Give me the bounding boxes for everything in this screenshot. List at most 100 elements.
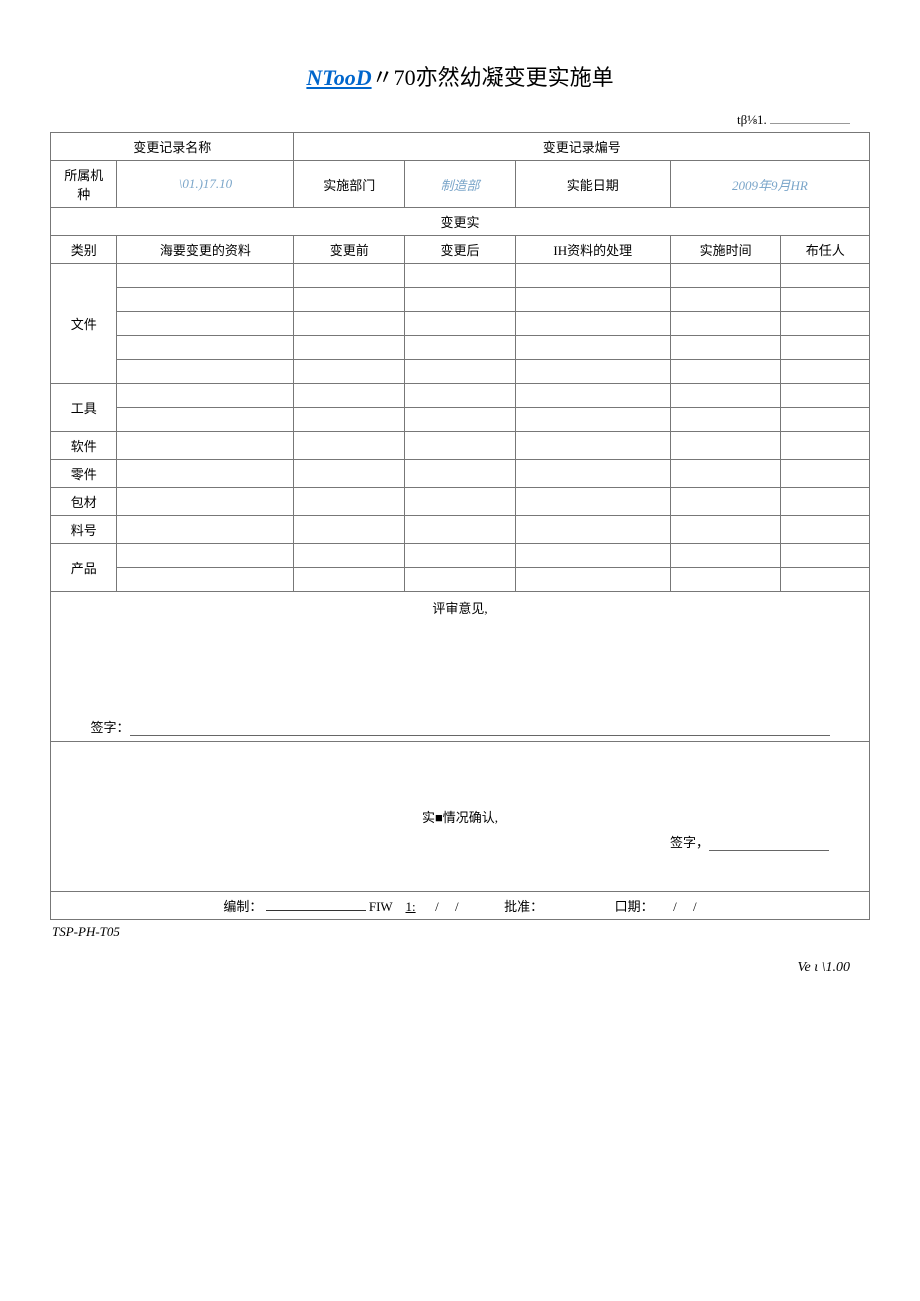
- cell[interactable]: [117, 288, 294, 312]
- cell[interactable]: [117, 516, 294, 544]
- cell[interactable]: [294, 360, 405, 384]
- cell[interactable]: [670, 488, 781, 516]
- cell[interactable]: [670, 360, 781, 384]
- page-title: NTooD〃70亦然幼凝变更实施单: [50, 60, 870, 92]
- cell[interactable]: [781, 568, 870, 592]
- cell[interactable]: [670, 336, 781, 360]
- cell[interactable]: [515, 336, 670, 360]
- cell[interactable]: [117, 460, 294, 488]
- cell[interactable]: [294, 568, 405, 592]
- cell[interactable]: [405, 336, 516, 360]
- underline: [709, 850, 829, 851]
- cell[interactable]: [405, 544, 516, 568]
- cell[interactable]: [294, 312, 405, 336]
- cell[interactable]: [117, 264, 294, 288]
- underline[interactable]: [266, 910, 366, 911]
- cell[interactable]: [405, 516, 516, 544]
- cell[interactable]: [405, 488, 516, 516]
- cell[interactable]: [781, 288, 870, 312]
- cell[interactable]: [781, 360, 870, 384]
- col-time: 实施时间: [670, 236, 781, 264]
- cat-part: 零件: [51, 460, 117, 488]
- cell[interactable]: [670, 460, 781, 488]
- cell[interactable]: [515, 488, 670, 516]
- cell[interactable]: [294, 384, 405, 408]
- cell[interactable]: [294, 288, 405, 312]
- cell[interactable]: [670, 544, 781, 568]
- cell[interactable]: [781, 336, 870, 360]
- cell[interactable]: [670, 568, 781, 592]
- cell[interactable]: [294, 544, 405, 568]
- footer-cell: 编制： FIW 1: / / 批准： 口期： / /: [51, 892, 870, 920]
- cell[interactable]: [117, 408, 294, 432]
- cell[interactable]: [515, 384, 670, 408]
- cell[interactable]: [515, 460, 670, 488]
- cell[interactable]: [294, 432, 405, 460]
- cell[interactable]: [781, 312, 870, 336]
- cell[interactable]: [117, 312, 294, 336]
- cell[interactable]: [670, 264, 781, 288]
- top-right-underline: [770, 123, 850, 124]
- dept-label: 实施部门: [294, 161, 405, 208]
- cell[interactable]: [405, 288, 516, 312]
- cell[interactable]: [515, 568, 670, 592]
- cell[interactable]: [515, 288, 670, 312]
- cell[interactable]: [117, 544, 294, 568]
- cell[interactable]: [781, 264, 870, 288]
- cell[interactable]: [405, 460, 516, 488]
- cell[interactable]: [781, 460, 870, 488]
- table-row: 变更实: [51, 208, 870, 236]
- cell[interactable]: [405, 312, 516, 336]
- cell[interactable]: [781, 544, 870, 568]
- cell[interactable]: [515, 360, 670, 384]
- cell[interactable]: [117, 488, 294, 516]
- cell[interactable]: [117, 432, 294, 460]
- cell[interactable]: [781, 488, 870, 516]
- cell[interactable]: [515, 516, 670, 544]
- confirm-sign-label: 签字，: [670, 835, 709, 850]
- cell[interactable]: [405, 384, 516, 408]
- model-value: \01.)17.10: [117, 161, 294, 208]
- change-record-name-label: 变更记录名称: [51, 133, 294, 161]
- cell[interactable]: [670, 516, 781, 544]
- cat-tool: 工具: [51, 384, 117, 432]
- cell[interactable]: [670, 288, 781, 312]
- review-sign-line: 签字：: [59, 717, 861, 736]
- cell[interactable]: [670, 408, 781, 432]
- cell[interactable]: [515, 312, 670, 336]
- confirm-cell[interactable]: 实■情况确认, 签字，: [51, 742, 870, 892]
- cell[interactable]: [515, 544, 670, 568]
- cell[interactable]: [117, 360, 294, 384]
- cell[interactable]: [781, 384, 870, 408]
- cell[interactable]: [515, 264, 670, 288]
- cell[interactable]: [117, 384, 294, 408]
- cell[interactable]: [294, 488, 405, 516]
- cell[interactable]: [670, 432, 781, 460]
- cell[interactable]: [405, 408, 516, 432]
- cell[interactable]: [781, 432, 870, 460]
- col-material: 海要变更的资料: [117, 236, 294, 264]
- table-row: 评审意见, 签字：: [51, 592, 870, 742]
- cell[interactable]: [294, 460, 405, 488]
- cell[interactable]: [515, 432, 670, 460]
- cell[interactable]: [117, 336, 294, 360]
- review-cell[interactable]: 评审意见, 签字：: [51, 592, 870, 742]
- cell[interactable]: [294, 264, 405, 288]
- table-row: 文件: [51, 264, 870, 288]
- cell[interactable]: [294, 336, 405, 360]
- cell[interactable]: [405, 568, 516, 592]
- cell[interactable]: [294, 408, 405, 432]
- table-row: 编制： FIW 1: / / 批准： 口期： / /: [51, 892, 870, 920]
- cell[interactable]: [515, 408, 670, 432]
- table-row: [51, 568, 870, 592]
- cell[interactable]: [294, 516, 405, 544]
- cell[interactable]: [670, 384, 781, 408]
- cell[interactable]: [405, 264, 516, 288]
- cell[interactable]: [670, 312, 781, 336]
- cell[interactable]: [405, 432, 516, 460]
- cell[interactable]: [781, 408, 870, 432]
- cell[interactable]: [117, 568, 294, 592]
- cell[interactable]: [781, 516, 870, 544]
- cell[interactable]: [405, 360, 516, 384]
- table-row: 类别 海要变更的资料 变更前 变更后 IH资料的处理 实施时间 布任人: [51, 236, 870, 264]
